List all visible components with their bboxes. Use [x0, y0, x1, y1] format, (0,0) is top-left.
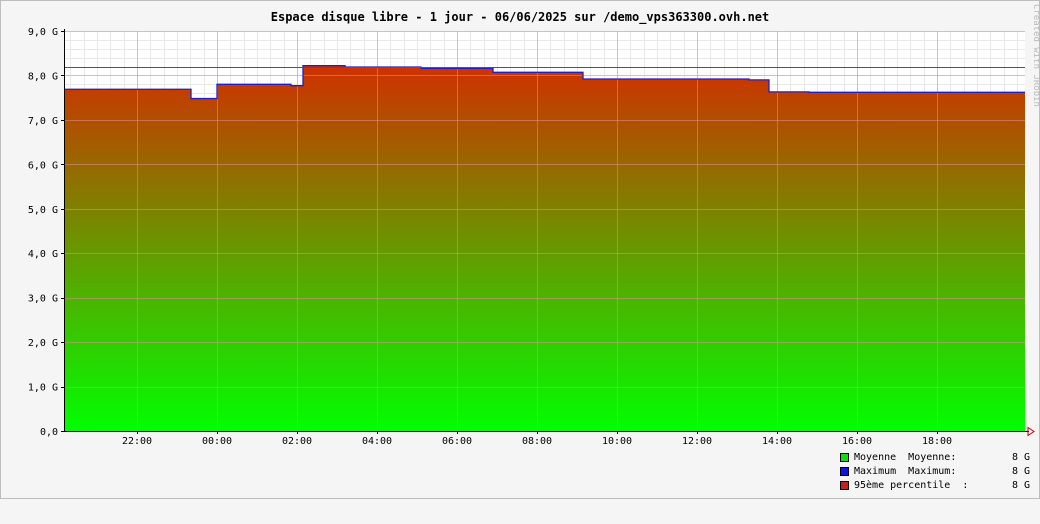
x-tick-label: 04:00 — [362, 436, 392, 447]
x-tick-label: 14:00 — [762, 436, 792, 447]
legend-value-maximum: 8 G — [1011, 466, 1030, 477]
legend-swatch-moyenne — [840, 453, 849, 462]
legend-label-maximum: Maximum Maximum: — [854, 466, 957, 477]
x-tick-labels: 22:00 00:00 02:00 04:00 06:00 08:00 10:00 12:00… — [122, 436, 952, 447]
y-tick-label: 9,0 G — [28, 27, 58, 38]
x-tick-label: 08:00 — [522, 436, 552, 447]
x-tick-label: 18:00 — [922, 436, 952, 447]
y-tick-label: 3,0 G — [28, 294, 58, 305]
y-tick-label: 5,0 G — [28, 205, 58, 216]
disk-space-chart: 0,0 1,0 G 2,0 G 3,0 G 4,0 G 5,0 G 6,0 G 7,0 G 8,… — [28, 27, 1035, 447]
x-tick-label: 22:00 — [122, 436, 152, 447]
x-tick-label: 00:00 — [202, 436, 232, 447]
y-tick-label: 0,0 — [40, 427, 58, 438]
legend-value-percentile: 8 G — [1011, 480, 1030, 491]
x-tick-label: 12:00 — [682, 436, 712, 447]
y-tick-labels: 0,0 1,0 G 2,0 G 3,0 G 4,0 G 5,0 G 6,0 G 7,0 G 8,… — [28, 27, 58, 438]
x-tick-label: 10:00 — [602, 436, 632, 447]
y-tick-label: 2,0 G — [28, 338, 58, 349]
legend-label-moyenne: Moyenne Moyenne: — [854, 452, 957, 463]
legend-swatch-percentile — [840, 481, 849, 490]
legend-item-moyenne: Moyenne Moyenne: 8 G — [840, 452, 1030, 464]
legend-value-moyenne: 8 G — [1011, 452, 1030, 463]
legend-swatch-maximum — [840, 467, 849, 476]
x-tick-label: 16:00 — [842, 436, 872, 447]
legend-item-percentile: 95ème percentile : 8 G — [840, 480, 1030, 492]
y-tick-label: 8,0 G — [28, 71, 58, 82]
y-tick-label: 6,0 G — [28, 160, 58, 171]
y-tick-label: 7,0 G — [28, 116, 58, 127]
x-tick-label: 02:00 — [282, 436, 312, 447]
legend-item-maximum: Maximum Maximum: 8 G — [840, 466, 1030, 478]
y-tick-label: 1,0 G — [28, 383, 58, 394]
y-tick-label: 4,0 G — [28, 249, 58, 260]
x-tick-label: 06:00 — [442, 436, 472, 447]
legend-label-percentile: 95ème percentile : — [854, 480, 969, 491]
